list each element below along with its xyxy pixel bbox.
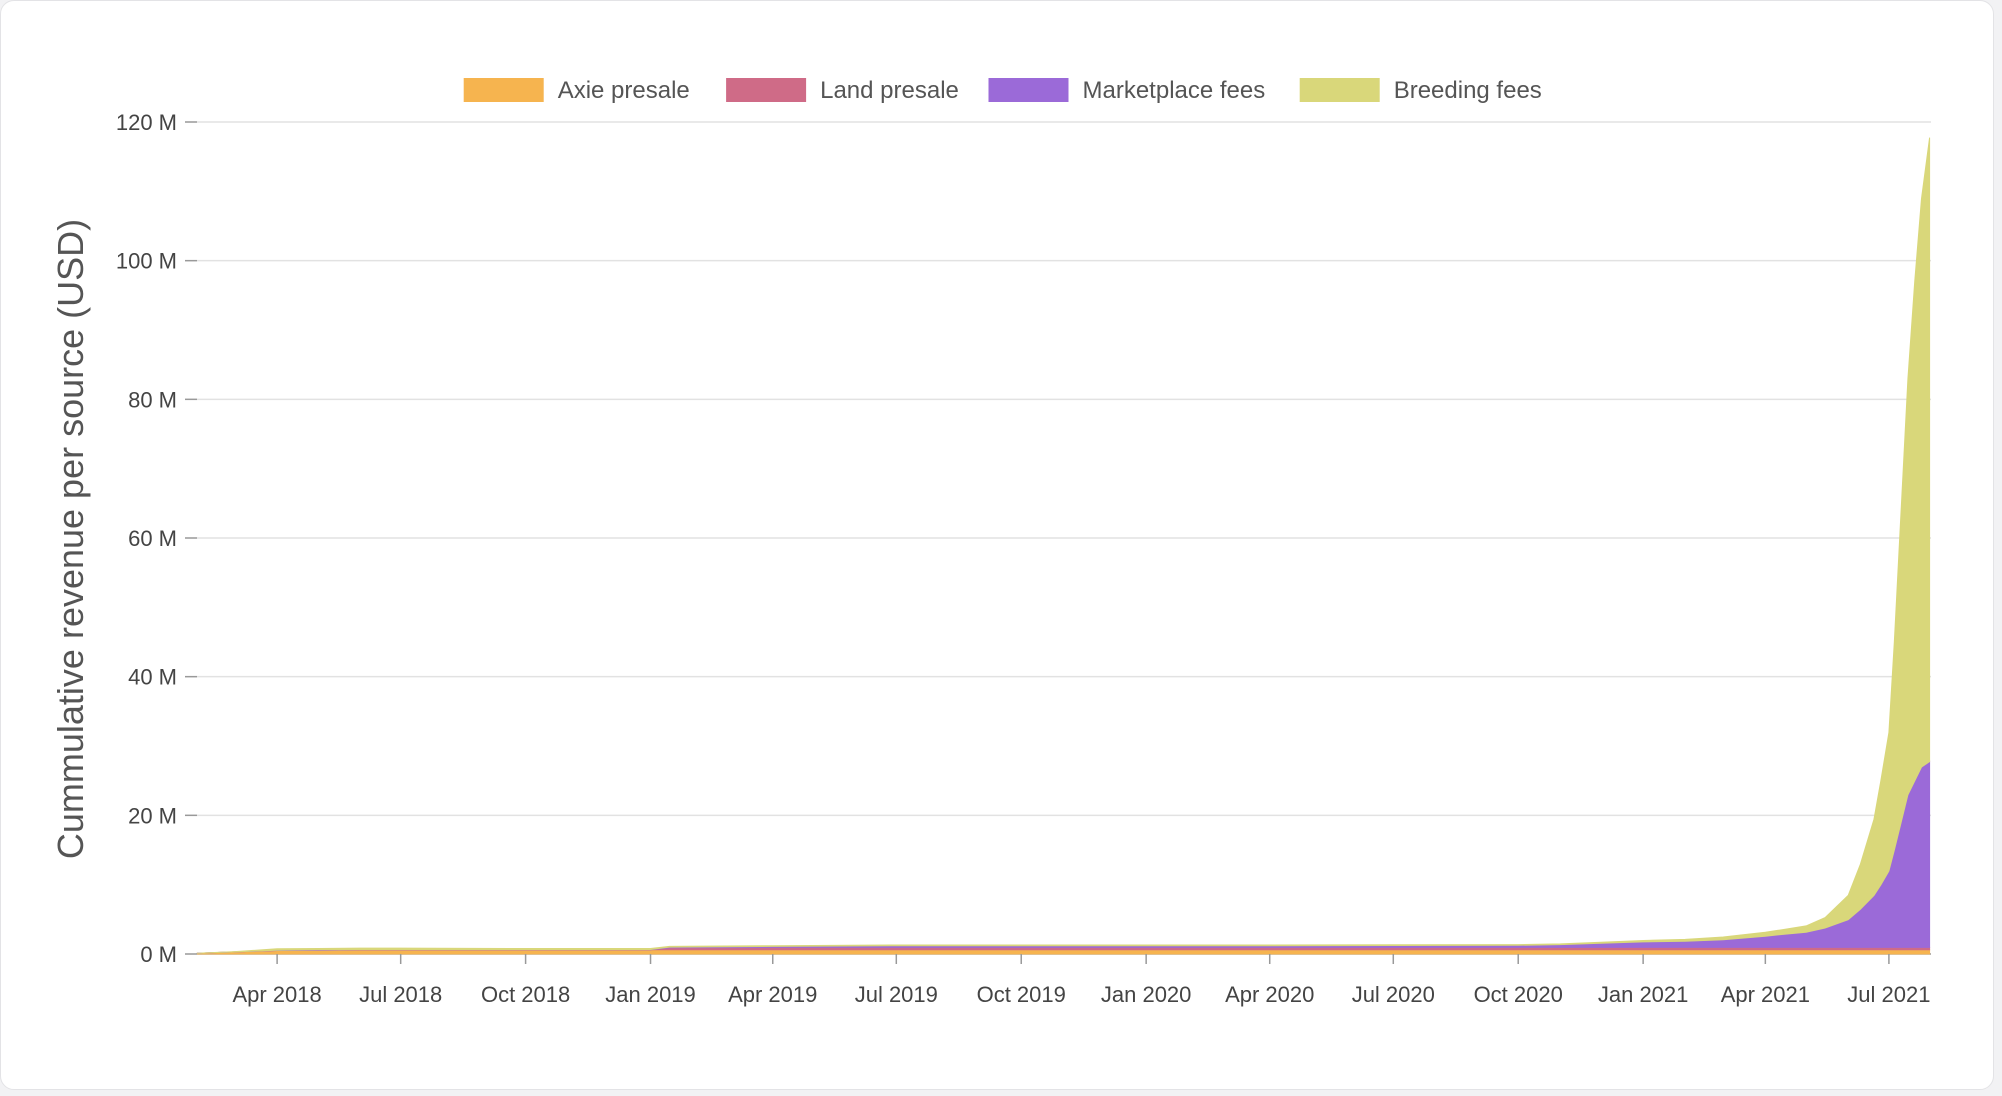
y-tick-label: 60 M <box>128 526 177 551</box>
y-axis-label: Cummulative revenue per source (USD) <box>50 219 91 859</box>
x-tick-label: Apr 2018 <box>232 982 321 1007</box>
axes: 0 M 20 M 40 M 60 M 80 M 100 M 120 M Apr 2018 Jul… <box>116 110 1931 1007</box>
x-tick-label: Jul 2018 <box>359 982 442 1007</box>
legend-label: Marketplace fees <box>1083 77 1266 104</box>
y-tick-label: 80 M <box>128 387 177 412</box>
x-tick-label: Jul 2019 <box>855 982 938 1007</box>
legend-swatch <box>726 78 807 102</box>
y-tick-label: 20 M <box>128 803 177 828</box>
y-tick-label: 120 M <box>116 110 177 135</box>
legend-label: Breeding fees <box>1394 77 1542 104</box>
legend-item-marketplace-fees[interactable]: Marketplace fees <box>988 77 1266 104</box>
x-tick-label: Jul 2021 <box>1847 982 1930 1007</box>
legend-swatch <box>988 78 1069 102</box>
x-tick-label: Jan 2021 <box>1598 982 1689 1007</box>
area-axie-presale <box>196 949 1931 955</box>
x-tick-label: Apr 2020 <box>1225 982 1314 1007</box>
x-tick-label: Jan 2020 <box>1101 982 1192 1007</box>
grid-lines <box>197 121 1931 955</box>
legend-label: Axie presale <box>558 77 690 104</box>
legend-label: Land presale <box>820 77 959 104</box>
legend-swatch <box>1299 78 1380 102</box>
legend: Axie presale Land presale Marketplace fees… <box>463 77 1542 104</box>
chart-card: 0 M 20 M 40 M 60 M 80 M 100 M 120 M Apr 2018 Jul… <box>0 0 1994 1090</box>
x-tick-label: Oct 2020 <box>1474 982 1563 1007</box>
x-tick-label: Apr 2019 <box>728 982 817 1007</box>
legend-swatch <box>463 78 544 102</box>
legend-item-breeding-fees[interactable]: Breeding fees <box>1299 77 1542 104</box>
y-tick-label: 40 M <box>128 665 177 690</box>
x-tick-label: Apr 2021 <box>1721 982 1810 1007</box>
area-marketplace-fees <box>196 760 1931 954</box>
x-tick-label: Oct 2018 <box>481 982 570 1007</box>
y-tick-label: 0 M <box>140 942 177 967</box>
revenue-area-chart: 0 M 20 M 40 M 60 M 80 M 100 M 120 M Apr 2018 Jul… <box>50 77 1931 1007</box>
x-tick-label: Oct 2019 <box>977 982 1066 1007</box>
legend-item-axie-presale[interactable]: Axie presale <box>463 77 690 104</box>
x-tick-label: Jul 2020 <box>1352 982 1435 1007</box>
y-tick-label: 100 M <box>116 249 177 274</box>
x-tick-label: Jan 2019 <box>605 982 696 1007</box>
legend-item-land-presale[interactable]: Land presale <box>726 77 959 104</box>
